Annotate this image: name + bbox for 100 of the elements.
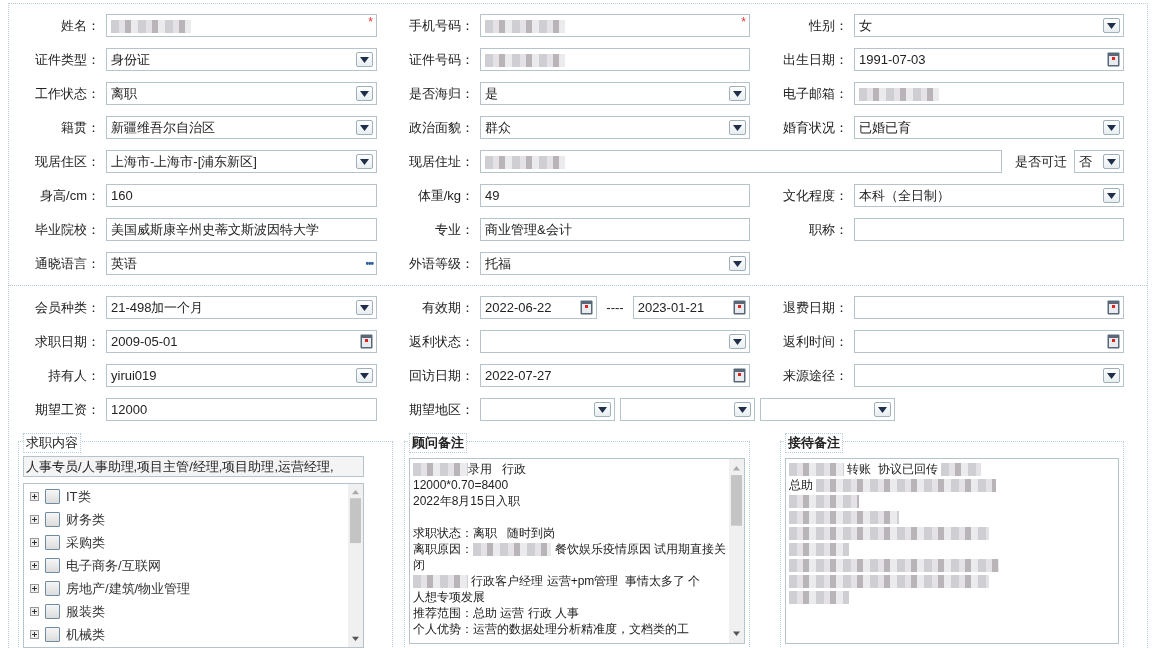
checkbox[interactable] (45, 558, 60, 573)
select-field[interactable]: 离职 (106, 82, 377, 105)
note-text: 行政客户经理 运营+pm管理 事情太多了 个 (470, 573, 701, 589)
note-text: 个人优势：运营的数据处理分析精准度，文档类的工 (413, 621, 689, 637)
select-field[interactable]: 21-498加一个月 (106, 296, 377, 319)
select-field[interactable]: 否 (1074, 150, 1124, 173)
expand-icon[interactable] (30, 515, 39, 524)
tree-item[interactable]: IT类 (66, 487, 91, 506)
field-label: 现居住区： (34, 152, 100, 171)
required-mark: * (741, 16, 746, 28)
panel-title: 接待备注 (785, 433, 843, 453)
select-field[interactable]: 女 (854, 14, 1124, 37)
tree-item[interactable]: 服装类 (66, 602, 105, 621)
notes-textarea[interactable]: 转账 协议已回传 总助 (785, 458, 1119, 644)
calendar-icon[interactable] (1107, 52, 1120, 67)
select-field[interactable]: 群众 (480, 116, 750, 139)
select-field[interactable] (854, 364, 1124, 387)
text-field[interactable] (480, 48, 750, 71)
note-text: 推荐范围：总助 运营 行政 人事 (413, 605, 579, 621)
text-field[interactable]: 49 (480, 184, 750, 207)
select-field[interactable] (620, 398, 755, 421)
date-field[interactable]: 2022-06-22 (480, 296, 598, 319)
expand-icon[interactable] (30, 538, 39, 547)
field-label: 回访日期： (408, 366, 474, 385)
date-field[interactable] (854, 330, 1124, 353)
select-field[interactable]: 身份证 (106, 48, 377, 71)
text-field[interactable]: 12000 (106, 398, 377, 421)
field-label: 身高/cm： (39, 186, 100, 205)
required-mark: * (368, 16, 373, 28)
field-label: 期望地区： (408, 400, 474, 419)
more-button[interactable]: ••• (365, 258, 373, 269)
select-field[interactable] (760, 398, 895, 421)
field-label: 性别： (808, 16, 848, 35)
note-text: 录用 行政 (468, 461, 526, 477)
date-field[interactable] (854, 296, 1124, 319)
calendar-icon[interactable] (1107, 334, 1120, 349)
checkbox[interactable] (45, 581, 60, 596)
field-label: 出生日期： (782, 50, 848, 69)
checkbox[interactable] (45, 535, 60, 550)
text-field[interactable] (854, 82, 1124, 105)
text-field[interactable]: * (106, 14, 377, 37)
text-field[interactable]: 美国威斯康辛州史蒂文斯波因特大学 (106, 218, 377, 241)
field-label: 体重/kg： (416, 186, 474, 205)
expand-icon[interactable] (30, 584, 39, 593)
expand-icon[interactable] (30, 607, 39, 616)
job-summary-field[interactable]: 人事专员/人事助理,项目主管/经理,项目助理,运营经理, (23, 456, 364, 477)
select-field[interactable] (480, 330, 750, 353)
field-label: 电子邮箱： (782, 84, 848, 103)
text-field[interactable]: 160 (106, 184, 377, 207)
tree-item[interactable]: 电子商务/互联网 (66, 556, 161, 575)
date-field[interactable]: 2009-05-01 (106, 330, 377, 353)
calendar-icon[interactable] (580, 300, 594, 315)
date-field[interactable]: 2023-01-21 (632, 296, 750, 319)
tree-item[interactable]: 采购类 (66, 533, 105, 552)
field-label: 姓名： (60, 16, 100, 35)
scrollbar[interactable] (348, 484, 363, 647)
field-label: 证件类型： (34, 50, 100, 69)
tree-item[interactable]: 财务类 (66, 510, 105, 529)
select-field[interactable]: 上海市-上海市-[浦东新区] (106, 150, 377, 173)
panel-title: 求职内容 (23, 433, 81, 453)
picker-field[interactable]: 英语 ••• (106, 252, 377, 275)
select-field[interactable]: 新疆维吾尔自治区 (106, 116, 377, 139)
note-text: 离职原因： (413, 541, 473, 557)
field-label: 有效期： (421, 298, 474, 317)
text-field[interactable]: 商业管理&会计 (480, 218, 750, 241)
expand-icon[interactable] (30, 492, 39, 501)
field-label: 求职日期： (34, 332, 100, 351)
text-field[interactable] (854, 218, 1124, 241)
calendar-icon[interactable] (1107, 300, 1120, 315)
field-label: 是否可迁 (1014, 152, 1068, 171)
checkbox[interactable] (45, 512, 60, 527)
expand-icon[interactable] (30, 561, 39, 570)
field-label: 是否海归： (408, 84, 474, 103)
checkbox[interactable] (45, 489, 60, 504)
tree-item[interactable]: 机械类 (66, 625, 105, 644)
calendar-icon[interactable] (733, 368, 746, 383)
field-label: 持有人： (47, 366, 100, 385)
select-field[interactable]: 已婚已育 (854, 116, 1124, 139)
expand-icon[interactable] (30, 630, 39, 639)
date-field[interactable]: 2022-07-27 (480, 364, 750, 387)
select-field[interactable] (480, 398, 615, 421)
note-text: 转账 协议已回传 (846, 461, 939, 477)
field-label: 返利时间： (782, 332, 848, 351)
calendar-icon[interactable] (733, 300, 746, 315)
field-label: 手机号码： (408, 16, 474, 35)
calendar-icon[interactable] (360, 334, 373, 349)
tree-item[interactable]: 房地产/建筑/物业管理 (66, 579, 191, 598)
notes-textarea[interactable]: 录用 行政 12000*0.70=8400 2022年8月15日入职 求职状态：离职 随时到岗 离职原因： 餐饮娱乐疫情原因 试用期直接关 闭 行政客户经理 运营+pm管理 事情太多了 个 人想专项发展 推荐范围：总助 运营 行政 人事 个人优势：运营的数据处理分析精准度，文档类的工 (409, 458, 745, 644)
date-field[interactable]: 1991-07-03 (854, 48, 1124, 71)
field-label: 来源途径： (782, 366, 848, 385)
select-field[interactable]: 托福 (480, 252, 750, 275)
scrollbar[interactable] (729, 459, 744, 643)
select-field[interactable]: 是 (480, 82, 750, 105)
select-field[interactable]: yirui019 (106, 364, 377, 387)
select-field[interactable]: 本科（全日制） (854, 184, 1124, 207)
text-field[interactable]: * (480, 14, 750, 37)
checkbox[interactable] (45, 627, 60, 642)
field-label: 证件号码： (408, 50, 474, 69)
checkbox[interactable] (45, 604, 60, 619)
text-field[interactable] (480, 150, 1002, 173)
